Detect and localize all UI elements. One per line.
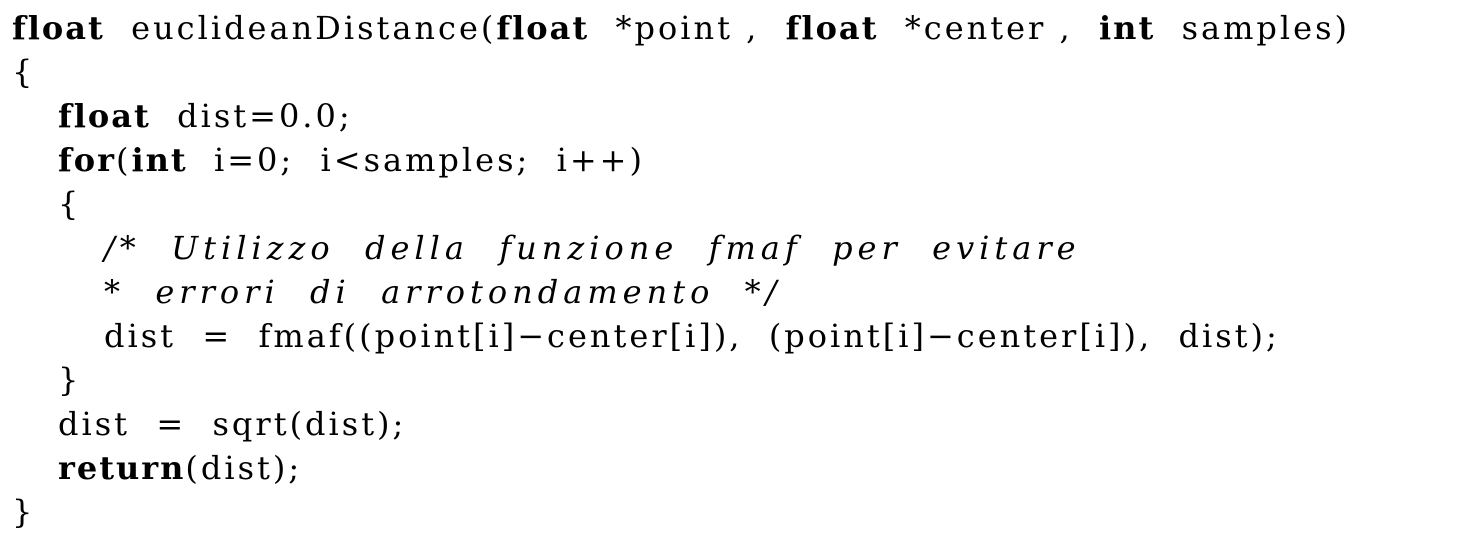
code-keyword: float — [12, 9, 105, 47]
code-keyword: float — [785, 9, 879, 47]
code-line: float euclideanDistance(float *point , f… — [12, 6, 1350, 50]
code-text: samples) — [1155, 9, 1350, 47]
code-text: *point , — [589, 9, 786, 47]
code-line: * errori di arrotondamento */ — [104, 270, 781, 314]
code-comment: * errori di arrotondamento */ — [104, 273, 782, 311]
code-line: float dist=0.0; — [58, 94, 353, 138]
code-text: *center , — [878, 9, 1100, 47]
code-keyword: float — [496, 9, 590, 47]
code-keyword: float — [58, 97, 151, 135]
code-line: return(dist); — [58, 446, 302, 490]
code-text: dist = fmaf((point[i]−center[i]), (point… — [104, 317, 1280, 355]
code-line: dist = fmaf((point[i]−center[i]), (point… — [104, 314, 1280, 358]
code-listing: float euclideanDistance(float *point , f… — [12, 0, 1462, 548]
code-text: euclideanDistance( — [104, 9, 497, 47]
code-text: { — [12, 53, 36, 91]
code-text: (dist); — [185, 449, 303, 487]
code-line: /* Utilizzo della funzione fmaf per evit… — [104, 226, 1081, 270]
code-text: } — [12, 493, 36, 531]
code-text: { — [58, 185, 82, 223]
code-keyword: for — [58, 141, 116, 179]
code-text: dist=0.0; — [150, 97, 353, 135]
code-text: dist = sqrt(dist); — [58, 405, 407, 443]
code-line: for(int i=0; i<samples; i++) — [58, 138, 645, 182]
code-keyword: int — [1099, 9, 1156, 47]
code-text: ( — [115, 141, 132, 179]
code-line: { — [58, 182, 81, 226]
code-keyword: return — [58, 449, 186, 487]
code-text: i=0; i<samples; i++) — [187, 141, 645, 179]
code-text: } — [58, 361, 82, 399]
code-keyword: int — [131, 141, 188, 179]
code-comment: /* Utilizzo della funzione fmaf per evit… — [104, 229, 1081, 267]
code-line: } — [58, 358, 81, 402]
code-line: { — [12, 50, 35, 94]
code-line: } — [12, 490, 35, 534]
code-line: dist = sqrt(dist); — [58, 402, 406, 446]
